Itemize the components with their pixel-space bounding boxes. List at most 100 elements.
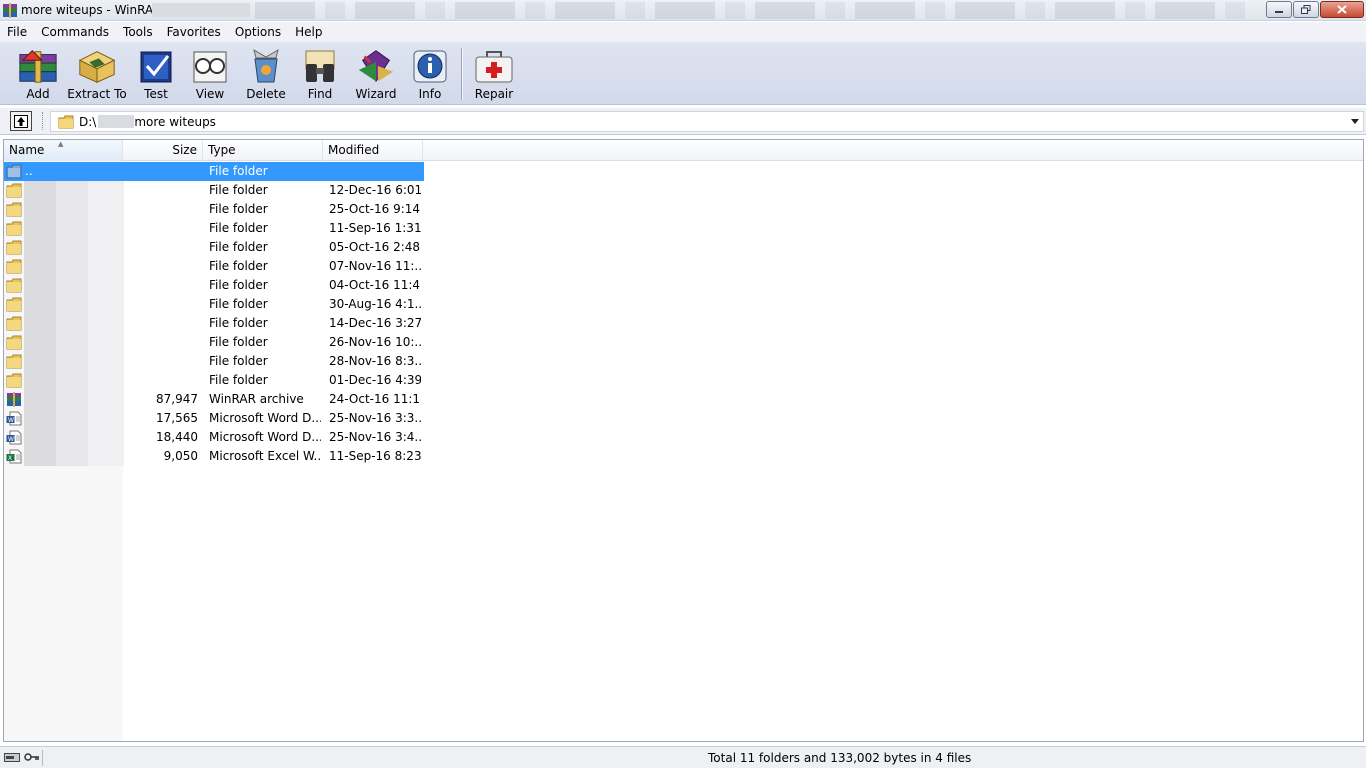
menu-options[interactable]: Options: [228, 22, 288, 42]
folder-icon: [6, 240, 22, 255]
delete-button[interactable]: Delete: [244, 46, 288, 102]
toolbar-separator: [461, 48, 462, 100]
table-row[interactable]: File folder 01-Dec-16 4:39...: [4, 371, 424, 390]
file-type: File folder: [209, 240, 268, 254]
table-row[interactable]: .. File folder: [4, 162, 424, 181]
info-label: Info: [418, 87, 442, 101]
menu-tools[interactable]: Tools: [116, 22, 160, 42]
file-type: Microsoft Word D...: [209, 430, 321, 444]
folder-icon: [6, 335, 22, 350]
file-modified: 01-Dec-16 4:39...: [329, 373, 421, 387]
key-icon[interactable]: [24, 751, 40, 763]
add-button[interactable]: Add: [14, 46, 62, 102]
info-button[interactable]: Info: [408, 46, 452, 102]
column-header-size[interactable]: Size: [123, 140, 203, 161]
file-type: File folder: [209, 297, 268, 311]
status-summary: Total 11 folders and 133,002 bytes in 4 …: [708, 751, 972, 765]
close-button[interactable]: [1320, 1, 1364, 18]
file-type: File folder: [209, 335, 268, 349]
address-field[interactable]: D:\ more witeups: [50, 111, 1364, 132]
test-icon: [140, 51, 172, 83]
status-bar: Total 11 folders and 133,002 bytes in 4 …: [0, 746, 1366, 768]
folder-icon: [6, 259, 22, 274]
table-row[interactable]: File folder 12-Dec-16 6:01...: [4, 181, 424, 200]
table-row[interactable]: File folder 26-Nov-16 10:...: [4, 333, 424, 352]
file-size: 17,565: [156, 411, 198, 425]
file-type: Microsoft Word D...: [209, 411, 321, 425]
menu-favorites[interactable]: Favorites: [160, 22, 228, 42]
extract-to-label: Extract To: [67, 87, 127, 101]
column-header-modified[interactable]: Modified: [323, 140, 423, 161]
file-list: ▲ Name Size Type Modified .. File folder F…: [3, 139, 1364, 742]
column-header-type[interactable]: Type: [203, 140, 323, 161]
file-modified: 28-Nov-16 8:3...: [329, 354, 421, 368]
file-type: File folder: [209, 202, 268, 216]
background-taskbar-ghost: [255, 2, 1255, 19]
table-row[interactable]: File folder 25-Oct-16 9:14...: [4, 200, 424, 219]
folder-icon: [6, 221, 22, 236]
folder-icon: [6, 202, 22, 217]
file-modified: 11-Sep-16 1:31...: [329, 221, 421, 235]
test-button[interactable]: Test: [134, 46, 178, 102]
redacted-file-name: [24, 314, 124, 333]
svg-text:W: W: [8, 417, 14, 424]
redacted-file-name: [24, 352, 124, 371]
wizard-label: Wizard: [355, 87, 397, 101]
table-row[interactable]: File folder 05-Oct-16 2:48...: [4, 238, 424, 257]
redacted-file-name: [24, 200, 124, 219]
file-modified: 11-Sep-16 8:23...: [329, 449, 421, 463]
folder-icon: [58, 115, 74, 129]
address-bar: D:\ more witeups: [0, 108, 1366, 135]
file-modified: 07-Nov-16 11:...: [329, 259, 421, 273]
column-header-name[interactable]: ▲ Name: [4, 140, 123, 161]
view-button[interactable]: View: [188, 46, 232, 102]
window-title: more witeups - WinRAR: [21, 3, 162, 17]
address-dropdown-icon[interactable]: [1351, 119, 1359, 124]
up-arrow-icon: [14, 114, 28, 128]
address-path: D:\ more witeups: [79, 115, 216, 129]
delete-icon: [253, 48, 279, 83]
table-row[interactable]: 87,947 WinRAR archive 24-Oct-16 11:1...: [4, 390, 424, 409]
table-row[interactable]: File folder 30-Aug-16 4:1...: [4, 295, 424, 314]
wizard-button[interactable]: Wizard: [352, 46, 400, 102]
table-row[interactable]: File folder 04-Oct-16 11:4...: [4, 276, 424, 295]
file-type: File folder: [209, 373, 268, 387]
menu-help[interactable]: Help: [288, 22, 329, 42]
folder-icon: [6, 354, 22, 369]
repair-label: Repair: [474, 87, 514, 101]
file-type: File folder: [209, 354, 268, 368]
file-modified: 25-Nov-16 3:4...: [329, 430, 421, 444]
column-header-name-label: Name: [9, 143, 45, 157]
table-row[interactable]: File folder 14-Dec-16 3:27...: [4, 314, 424, 333]
table-row[interactable]: File folder 07-Nov-16 11:...: [4, 257, 424, 276]
menu-commands[interactable]: Commands: [34, 22, 116, 42]
extract-to-button[interactable]: Extract To: [67, 46, 127, 102]
up-folder-button[interactable]: [10, 111, 32, 131]
find-binoculars-icon: [305, 50, 335, 82]
minimize-button[interactable]: [1266, 1, 1292, 18]
folder-icon: [6, 183, 22, 198]
word-document-icon: W: [6, 430, 22, 445]
redacted-file-name: [24, 371, 124, 390]
table-row[interactable]: File folder 11-Sep-16 1:31...: [4, 219, 424, 238]
redacted-file-name: [24, 238, 124, 257]
repair-button[interactable]: Repair: [472, 46, 516, 102]
word-document-icon: W: [6, 411, 22, 426]
drive-icon[interactable]: [4, 751, 20, 763]
folder-icon: [6, 297, 22, 312]
maximize-button[interactable]: [1293, 1, 1319, 18]
restore-icon: [1301, 5, 1311, 14]
table-row[interactable]: X 9,050 Microsoft Excel W... 11-Sep-16 8:23…: [4, 447, 424, 466]
redacted-file-name: [24, 276, 124, 295]
wizard-icon: [358, 50, 394, 83]
find-button[interactable]: Find: [298, 46, 342, 102]
file-type: File folder: [209, 183, 268, 197]
file-modified: 24-Oct-16 11:1...: [329, 392, 421, 406]
table-row[interactable]: W 18,440 Microsoft Word D... 25-Nov-16 3:4.…: [4, 428, 424, 447]
table-row[interactable]: File folder 28-Nov-16 8:3...: [4, 352, 424, 371]
file-modified: 25-Oct-16 9:14...: [329, 202, 421, 216]
excel-workbook-icon: X: [6, 449, 22, 464]
address-folder-name: more witeups: [134, 115, 216, 129]
table-row[interactable]: W 17,565 Microsoft Word D... 25-Nov-16 3:3.…: [4, 409, 424, 428]
menu-file[interactable]: File: [0, 22, 34, 42]
